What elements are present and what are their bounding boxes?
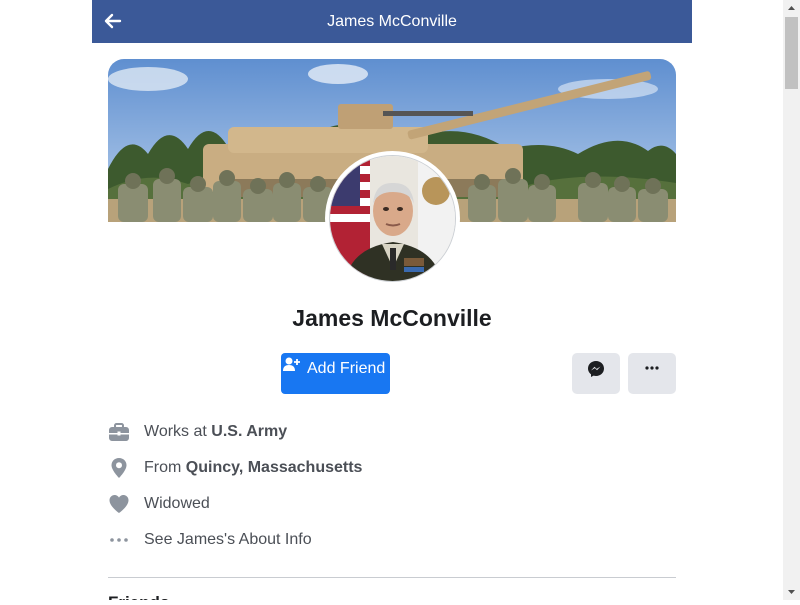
location-pin-icon [108, 457, 130, 479]
add-friend-button[interactable]: Add Friend [281, 353, 390, 394]
friends-section-heading: Friends [108, 592, 169, 600]
messenger-icon [588, 361, 604, 377]
profile-page: James McConville James McConville Add Fr… [0, 0, 783, 600]
see-about-info-link[interactable]: See James's About Info [108, 528, 676, 552]
more-dots-icon [645, 366, 659, 370]
section-divider [108, 577, 676, 578]
intro-hometown: From Quincy, Massachusetts [108, 456, 676, 480]
see-about-info-text: See James's About Info [144, 531, 312, 548]
scrollbar-thumb[interactable] [785, 17, 798, 89]
header-title: James McConville [327, 13, 457, 30]
intro-hometown-text: From Quincy, Massachusetts [144, 458, 362, 478]
intro-work: Works at U.S. Army [108, 420, 676, 444]
more-dots-icon [108, 529, 130, 551]
intro-relationship: Widowed [108, 492, 676, 516]
intro-work-text: Works at U.S. Army [144, 422, 287, 442]
more-options-button[interactable] [628, 353, 676, 394]
intro-hometown-prefix: From [144, 459, 186, 476]
vertical-scrollbar[interactable] [783, 0, 800, 600]
intro-relationship-text: Widowed [144, 495, 210, 512]
intro-work-employer[interactable]: U.S. Army [211, 423, 287, 440]
profile-picture[interactable] [325, 151, 460, 286]
briefcase-icon [108, 421, 130, 443]
scroll-down-arrow-icon[interactable] [783, 583, 800, 600]
add-friend-label: Add Friend [307, 360, 386, 377]
intro-hometown-place[interactable]: Quincy, Massachusetts [186, 459, 363, 476]
profile-picture-image [329, 155, 456, 282]
add-person-icon [283, 357, 301, 373]
top-header-bar: James McConville [92, 0, 692, 43]
intro-work-prefix: Works at [144, 423, 212, 440]
message-button[interactable] [572, 353, 620, 394]
profile-name: James McConville [292, 305, 492, 331]
heart-icon [108, 493, 130, 515]
scroll-up-arrow-icon[interactable] [783, 0, 800, 17]
